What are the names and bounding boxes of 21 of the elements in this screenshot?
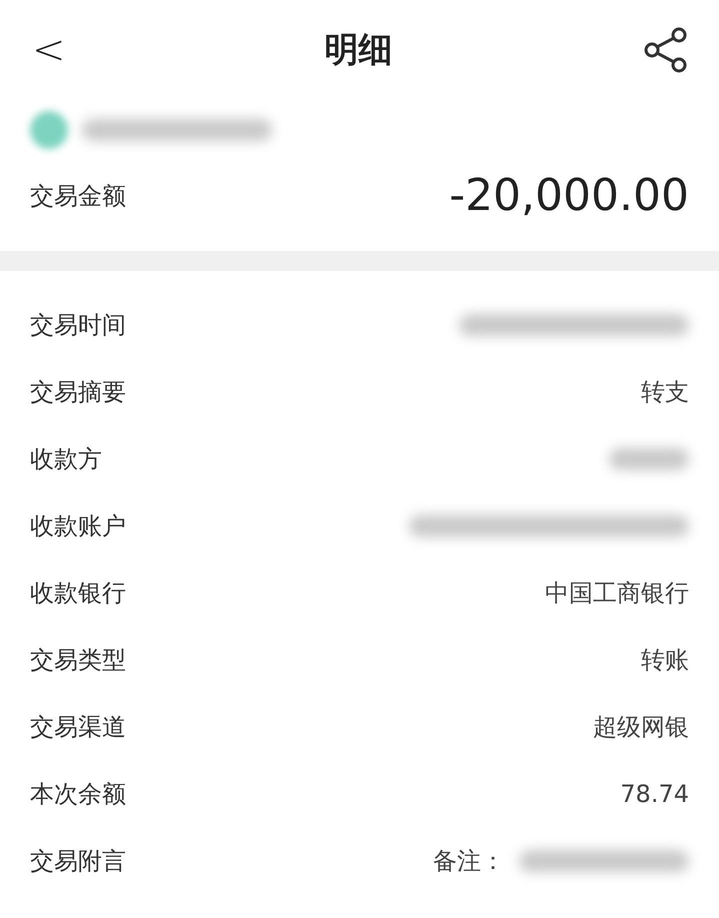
field-label: 交易摘要 [30,376,126,408]
field-value: 备注： [433,846,505,876]
page-title: 明细 [324,29,392,72]
share-icon[interactable] [642,26,689,74]
field-label: 交易类型 [30,644,126,676]
field-value: 78.74 [620,780,689,808]
field-label: 交易渠道 [30,712,126,742]
field-value: 转支 [641,376,689,408]
field-label: 收款银行 [30,578,126,608]
amount-label: 交易金额 [30,180,126,212]
field-value: 转账 [641,644,689,676]
amount-value: -20,000.00 [449,170,689,221]
field-label: 收款账户 [30,510,126,542]
field-label: 交易附言 [30,846,126,876]
field-value: 超级网银 [593,712,689,742]
field-label: 收款方 [30,444,102,474]
avatar [30,111,68,149]
back-button[interactable]: < [24,27,74,73]
field-value: 中国工商银行 [545,578,689,608]
field-label: 交易时间 [30,310,126,340]
field-label: 本次余额 [30,778,126,810]
